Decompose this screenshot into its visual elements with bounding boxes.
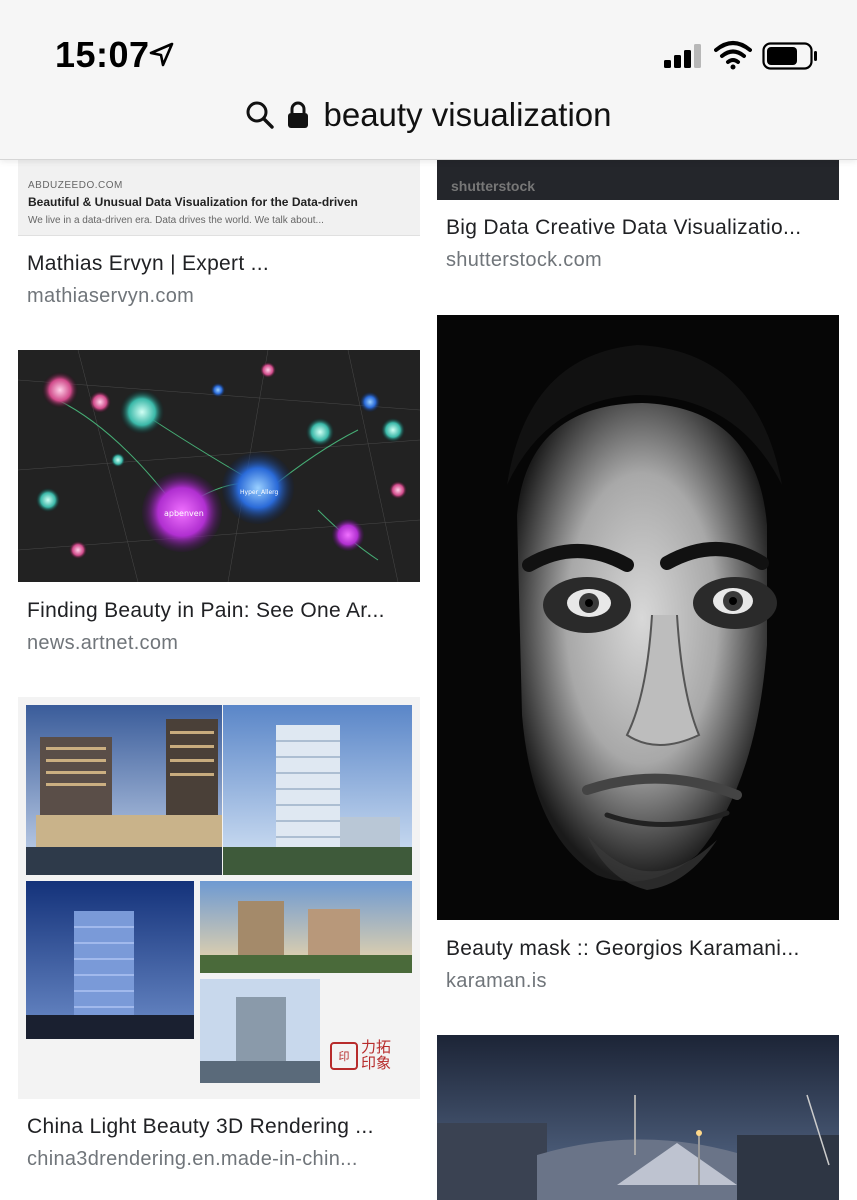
result-card[interactable]: shutterstock Big Data Creative Data Visu… (437, 160, 839, 290)
node-label: Hyper_Allerg (240, 489, 279, 496)
result-card[interactable]: 印 力拓印象 China Light Beauty 3D Rendering .… (18, 697, 420, 1177)
result-source: china3drendering.en.made-in-chin... (27, 1148, 358, 1170)
network-visualization-image: apbenven Hyper_Allerg (18, 350, 420, 582)
result-card[interactable]: Beauty mask :: Georgios Karamani... kara… (437, 315, 839, 1005)
status-time: 15:07 (55, 34, 150, 75)
thumb-site-label: ABDUZEEDO.COM (28, 180, 123, 191)
night-architecture-photo (437, 1035, 839, 1200)
result-thumbnail[interactable]: 印 力拓印象 (18, 697, 420, 1099)
portrait-photo (437, 315, 839, 920)
result-card[interactable]: ABDUZEEDO.COM Beautiful & Unusual Data V… (18, 160, 420, 320)
lock-icon (288, 101, 309, 128)
result-card[interactable]: apbenven Hyper_Allerg Finding Beauty in … (18, 350, 420, 660)
result-title[interactable]: China Light Beauty 3D Rendering ... (27, 1115, 417, 1139)
result-thumbnail[interactable] (437, 315, 839, 920)
thumb-watermark: shutterstock (451, 178, 536, 194)
address-bar[interactable]: beauty visualization (0, 90, 857, 140)
cellular-signal-icon (664, 44, 701, 68)
result-title[interactable]: Mathias Ervyn | Expert ... (27, 252, 417, 276)
search-icon (246, 101, 275, 129)
location-arrow-icon (149, 42, 174, 67)
thumb-blurb: We live in a data-driven era. Data drive… (28, 215, 324, 226)
result-thumbnail[interactable] (437, 1035, 839, 1200)
result-thumbnail[interactable]: apbenven Hyper_Allerg (18, 350, 420, 582)
result-source: news.artnet.com (27, 632, 179, 654)
thumb-headline: Beautiful & Unusual Data Visualization f… (28, 195, 358, 209)
result-source: mathiaservyn.com (27, 285, 195, 307)
battery-icon (762, 42, 817, 70)
node-label: apbenven (164, 509, 204, 518)
result-thumbnail[interactable]: shutterstock (437, 160, 839, 200)
result-title[interactable]: Beauty mask :: Georgios Karamani... (446, 937, 836, 961)
result-source: karaman.is (446, 970, 547, 992)
result-thumbnail[interactable]: ABDUZEEDO.COM Beautiful & Unusual Data V… (18, 160, 420, 236)
wifi-icon (714, 41, 752, 70)
brand-logo-text: 力拓印象 (361, 1038, 392, 1072)
brand-logo-icon: 印 (330, 1042, 358, 1070)
result-card[interactable] (437, 1035, 839, 1200)
result-title[interactable]: Finding Beauty in Pain: See One Ar... (27, 599, 417, 623)
building-rendering-collage (26, 705, 412, 1083)
browser-top-bar: 15:07 beauty visualization (0, 0, 857, 160)
result-source: shutterstock.com (446, 249, 602, 271)
address-query: beauty visualization (323, 96, 612, 133)
result-title[interactable]: Big Data Creative Data Visualizatio... (446, 216, 836, 240)
